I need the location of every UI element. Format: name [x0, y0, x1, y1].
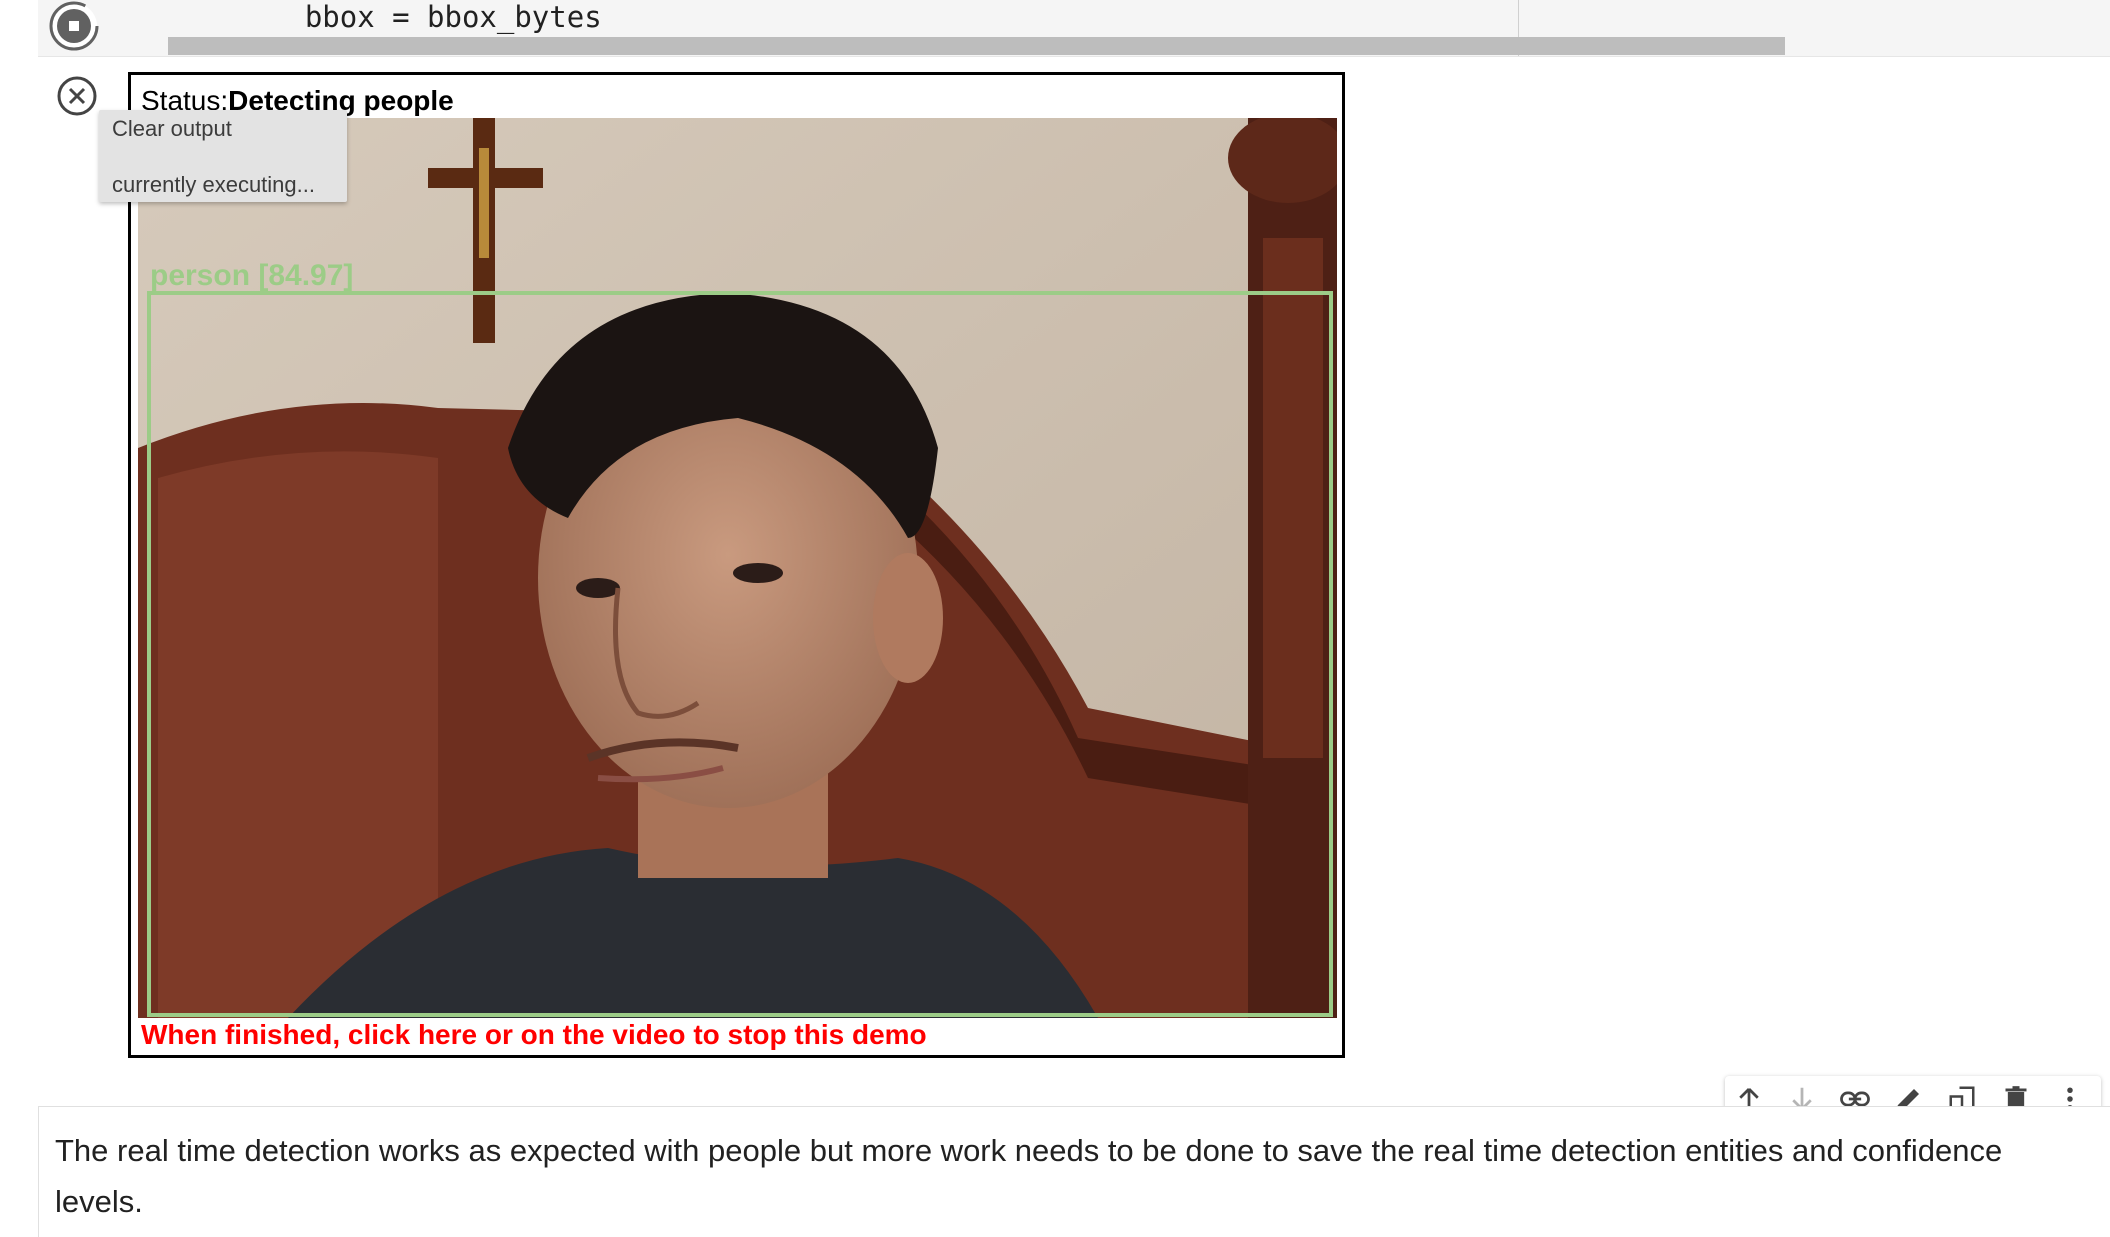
- tooltip-clear-output: Clear output: [112, 116, 232, 141]
- clear-output-tooltip: Clear output currently executing...: [99, 110, 347, 202]
- text-cell-content: The real time detection works as expecte…: [55, 1133, 2003, 1219]
- horizontal-scrollbar[interactable]: [168, 37, 1785, 55]
- webcam-demo-container: Status:Detecting people person [84.97] W…: [128, 72, 1345, 1058]
- stop-execution-button[interactable]: [49, 1, 99, 51]
- video-frame: person [84.97]: [138, 118, 1337, 1018]
- code-line[interactable]: bbox = bbox_bytes: [235, 0, 602, 34]
- code-cell[interactable]: bbox = bbox_bytes: [38, 0, 2110, 57]
- text-cell[interactable]: The real time detection works as expecte…: [38, 1106, 2110, 1237]
- stop-demo-link[interactable]: When finished, click here or on the vide…: [141, 1019, 927, 1051]
- webcam-video[interactable]: person [84.97]: [138, 118, 1337, 1018]
- detection-label: person [84.97]: [150, 259, 353, 292]
- tooltip-executing: currently executing...: [112, 172, 315, 197]
- stop-icon: [49, 1, 99, 51]
- close-circle-icon: [57, 76, 97, 116]
- clear-output-button[interactable]: [57, 76, 97, 116]
